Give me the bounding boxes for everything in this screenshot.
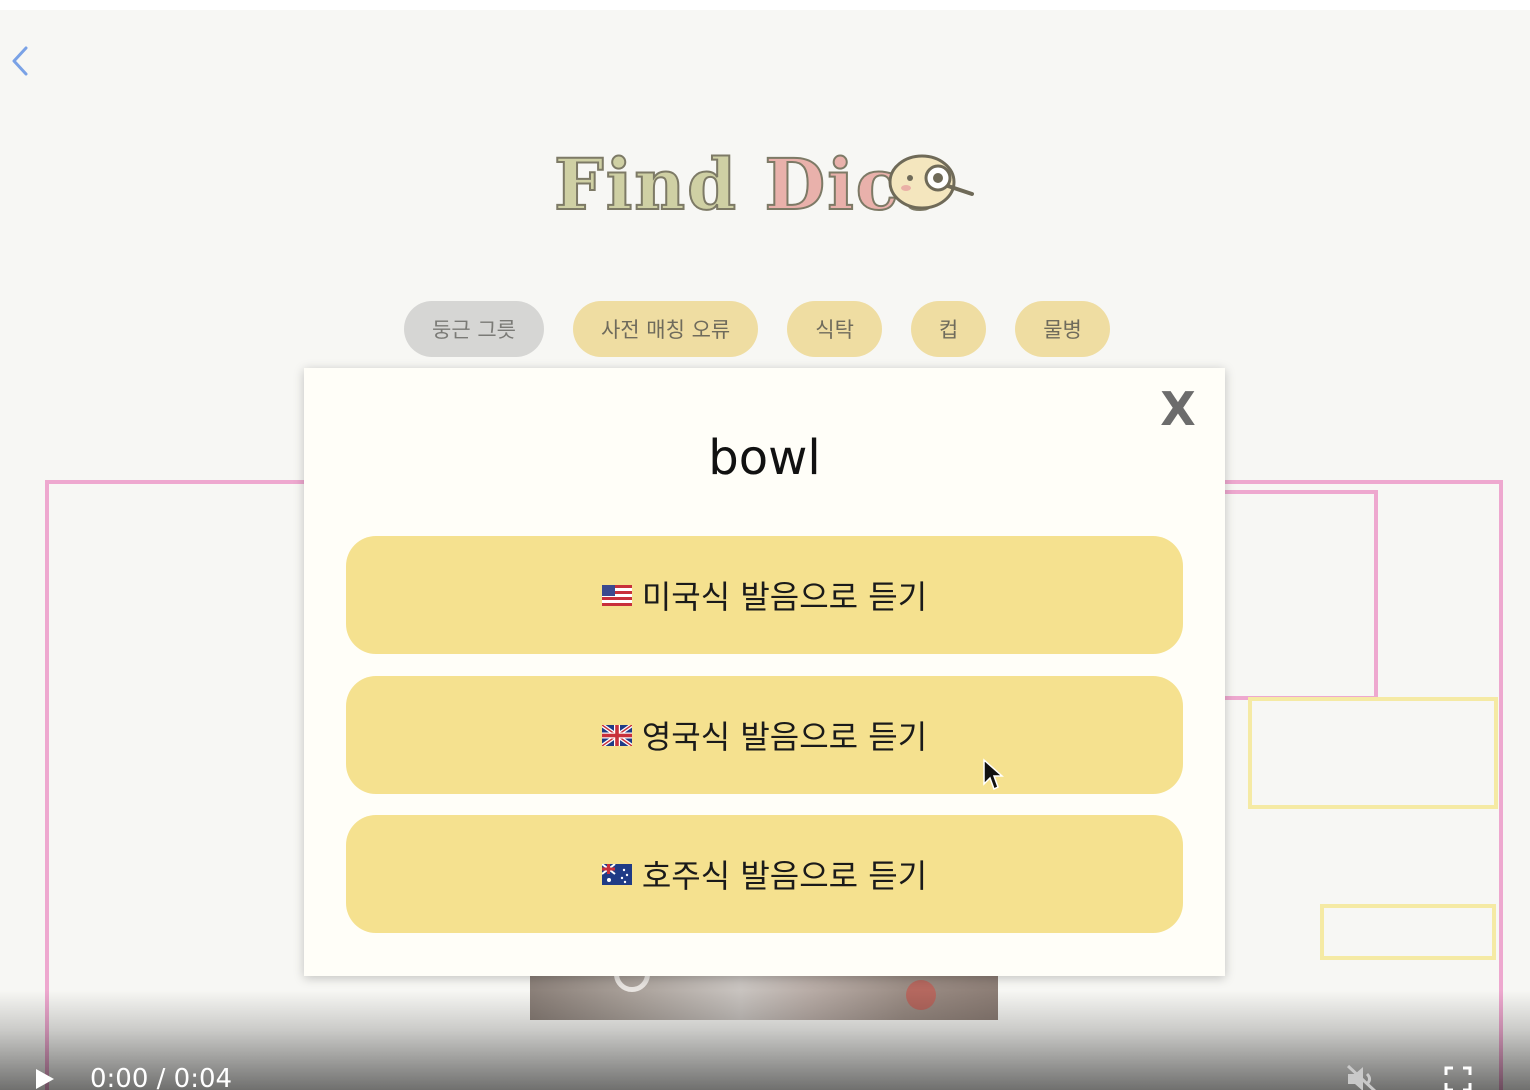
chip-bottle[interactable]: 물병	[1015, 301, 1110, 357]
detection-box-table[interactable]	[1248, 697, 1498, 809]
play-icon[interactable]	[34, 1067, 56, 1090]
word-title: bowl	[708, 430, 821, 486]
us-pronunciation-label: 미국식 발음으로 듣기	[641, 578, 928, 616]
chip-dictionary-error[interactable]: 사전 매칭 오류	[572, 301, 759, 357]
chip-table[interactable]: 식탁	[787, 301, 882, 357]
video-time: 0:00 / 0:04	[90, 1064, 233, 1090]
close-button[interactable]: X	[1158, 384, 1198, 434]
detection-box-cup[interactable]	[1320, 904, 1496, 960]
chip-cup[interactable]: 컵	[910, 301, 987, 357]
page: Find Dict 둥근 그릇 사전 매칭 오류 식탁 컵 물병 X bowl	[0, 10, 1530, 1090]
fullscreen-icon[interactable]	[1444, 1066, 1472, 1090]
au-flag-icon	[601, 863, 632, 885]
logo-word-find: Find	[553, 142, 739, 227]
chevron-left-icon	[12, 46, 28, 76]
us-flag-icon	[601, 584, 632, 606]
detection-box-dictionary-error[interactable]	[1210, 490, 1378, 700]
muted-speaker-icon[interactable]	[1344, 1064, 1380, 1090]
magnifier-mascot-icon	[888, 154, 974, 210]
chip-round-bowl[interactable]: 둥근 그릇	[404, 301, 544, 357]
uk-pronunciation-button[interactable]: 영국식 발음으로 듣기	[346, 676, 1183, 794]
au-pronunciation-button[interactable]: 호주식 발음으로 듣기	[346, 815, 1183, 933]
uk-flag-icon	[601, 724, 632, 746]
pronunciation-modal: X bowl 미국식 발음으로 듣기 영국식 발음으로 듣기 호주식 발음으로 …	[304, 368, 1225, 976]
back-button[interactable]	[8, 44, 34, 78]
top-strip	[0, 0, 1530, 10]
find-dict-logo: Find Dict	[550, 140, 980, 230]
mouse-pointer-icon	[983, 758, 1004, 791]
object-chip-list: 둥근 그릇 사전 매칭 오류 식탁 컵 물병	[404, 301, 1110, 357]
us-pronunciation-button[interactable]: 미국식 발음으로 듣기	[346, 536, 1183, 654]
au-pronunciation-label: 호주식 발음으로 듣기	[641, 857, 928, 895]
logo-wordmark: Find Dict	[553, 140, 935, 230]
uk-pronunciation-label: 영국식 발음으로 듣기	[641, 718, 928, 756]
